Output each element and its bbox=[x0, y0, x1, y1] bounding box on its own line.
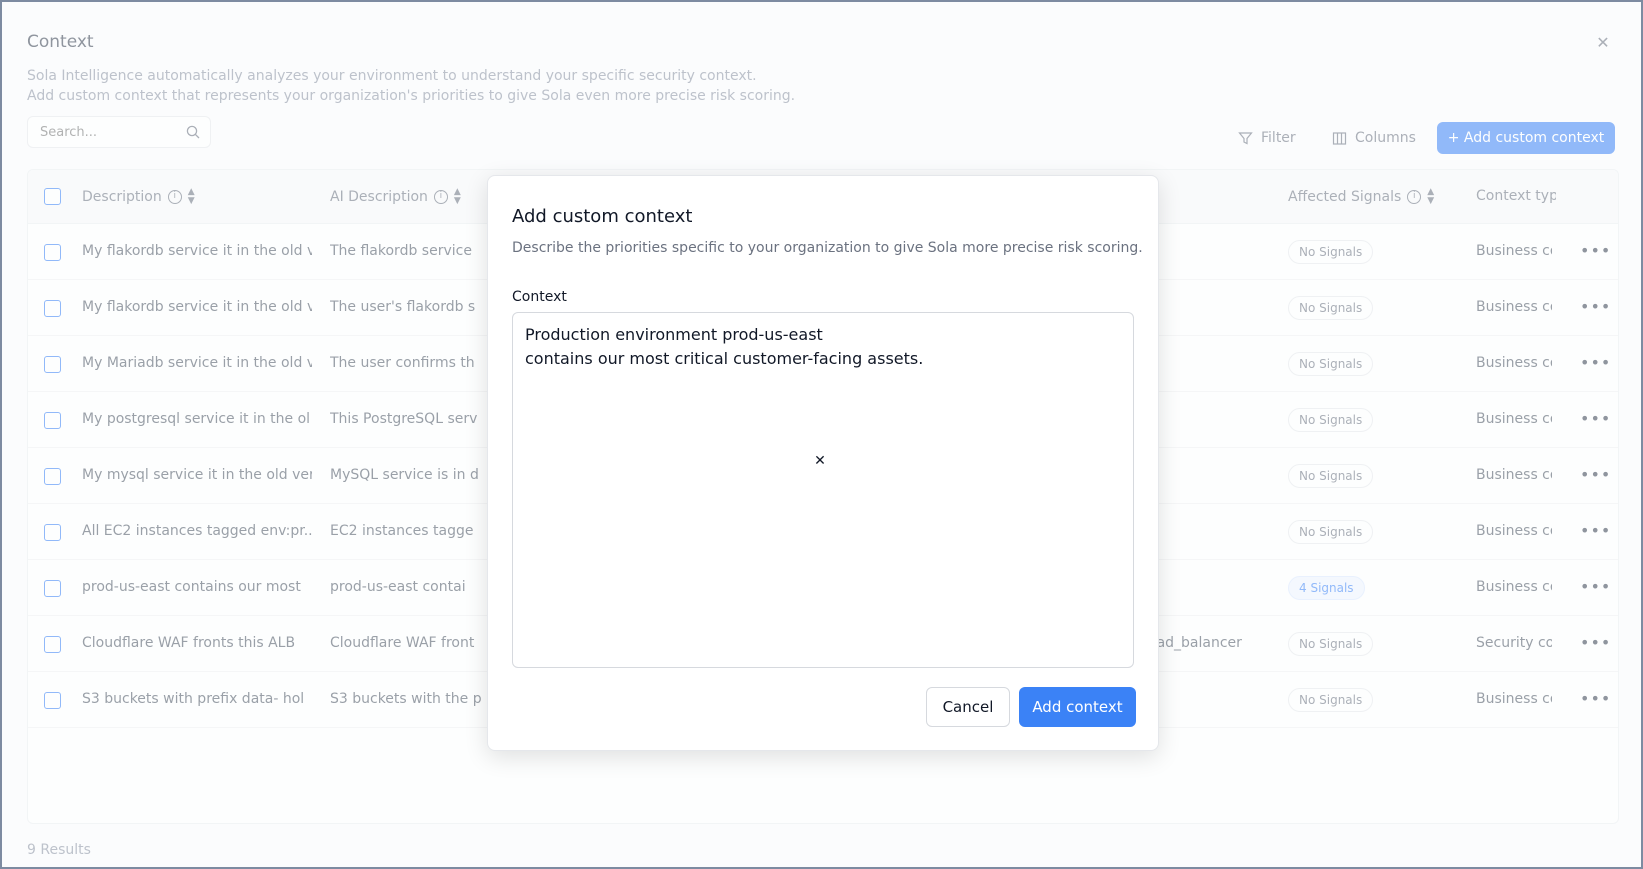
context-field-label: Context bbox=[512, 289, 567, 305]
add-custom-context-button[interactable]: + Add custom context bbox=[1437, 122, 1615, 154]
more-icon[interactable]: ••• bbox=[1580, 241, 1610, 260]
info-icon: i bbox=[167, 190, 182, 204]
page-frame: Context ✕ Sola Intelligence automaticall… bbox=[0, 0, 1643, 869]
cancel-button[interactable]: Cancel bbox=[926, 687, 1010, 727]
ai-description-cell: The user's flakordb s bbox=[330, 299, 476, 315]
extra-cell: oad_balancer bbox=[1148, 635, 1242, 651]
info-icon: i bbox=[1407, 190, 1422, 204]
row-checkbox[interactable] bbox=[44, 412, 61, 429]
sort-icon: ▲ ▼ bbox=[453, 187, 461, 206]
page-description: Sola Intelligence automatically analyzes… bbox=[27, 66, 795, 106]
signals-badge: No Signals bbox=[1288, 408, 1374, 432]
columns-label: Columns bbox=[1355, 130, 1416, 146]
sort-icon: ▲ ▼ bbox=[1427, 187, 1435, 206]
header-context-type[interactable]: Context typ bbox=[1476, 188, 1556, 204]
more-icon[interactable]: ••• bbox=[1580, 297, 1610, 316]
description-cell: My Mariadb service it in the old v bbox=[82, 355, 312, 371]
header-description[interactable]: Description i ▲ ▼ bbox=[82, 188, 195, 206]
context-textarea[interactable]: Production environment prod-us-east cont… bbox=[512, 312, 1134, 668]
more-icon[interactable]: ••• bbox=[1580, 689, 1610, 708]
more-icon[interactable]: ••• bbox=[1580, 409, 1610, 428]
context-type-cell: Business co bbox=[1476, 243, 1552, 259]
row-checkbox[interactable] bbox=[44, 468, 61, 485]
filter-icon bbox=[1238, 131, 1253, 144]
row-checkbox[interactable] bbox=[44, 580, 61, 597]
description-cell: S3 buckets with prefix data- hol bbox=[82, 691, 305, 707]
header-affected-signals[interactable]: Affected Signals i ▲ ▼ bbox=[1288, 188, 1434, 206]
ai-description-cell: The flakordb service bbox=[330, 243, 472, 259]
filter-label: Filter bbox=[1261, 130, 1296, 146]
row-checkbox[interactable] bbox=[44, 524, 61, 541]
description-cell: My flakordb service it in the old v bbox=[82, 243, 312, 259]
context-type-cell: Business co bbox=[1476, 467, 1552, 483]
signals-badge: No Signals bbox=[1288, 240, 1374, 264]
info-icon: i bbox=[433, 190, 448, 204]
context-type-cell: Business co bbox=[1476, 411, 1552, 427]
add-custom-context-modal: Add custom context Describe the prioriti… bbox=[487, 175, 1159, 751]
search-icon bbox=[186, 125, 200, 139]
filter-button[interactable]: Filter bbox=[1238, 122, 1296, 154]
modal-subtitle: Describe the priorities specific to your… bbox=[512, 240, 1143, 256]
signals-badge: No Signals bbox=[1288, 352, 1374, 376]
signals-badge[interactable]: 4 Signals bbox=[1288, 576, 1365, 600]
results-count: 9 Results bbox=[27, 842, 91, 858]
description-cell: My mysql service it in the old ver bbox=[82, 467, 312, 483]
search-input[interactable] bbox=[28, 117, 168, 147]
more-icon[interactable]: ••• bbox=[1580, 465, 1610, 484]
description-cell: My flakordb service it in the old v bbox=[82, 299, 312, 315]
row-checkbox[interactable] bbox=[44, 300, 61, 317]
select-all-checkbox[interactable] bbox=[44, 188, 61, 205]
context-type-cell: Business co bbox=[1476, 523, 1552, 539]
context-type-cell: Business co bbox=[1476, 691, 1552, 707]
signals-badge: No Signals bbox=[1288, 464, 1374, 488]
header-ai-description[interactable]: AI Description i ▲ ▼ bbox=[330, 188, 461, 206]
ai-description-cell: EC2 instances tagge bbox=[330, 523, 474, 539]
row-checkbox[interactable] bbox=[44, 692, 61, 709]
more-icon[interactable]: ••• bbox=[1580, 633, 1610, 652]
description-line-1: Sola Intelligence automatically analyzes… bbox=[27, 68, 757, 84]
signals-badge: No Signals bbox=[1288, 296, 1374, 320]
ai-description-cell: This PostgreSQL serv bbox=[330, 411, 478, 427]
search-box bbox=[27, 116, 211, 148]
modal-title: Add custom context bbox=[512, 206, 693, 227]
ai-description-cell: The user confirms th bbox=[330, 355, 475, 371]
more-icon[interactable]: ••• bbox=[1580, 353, 1610, 372]
context-type-cell: Security co bbox=[1476, 635, 1552, 651]
ai-description-cell: prod-us-east contai bbox=[330, 579, 466, 595]
context-type-cell: Business co bbox=[1476, 579, 1552, 595]
ai-description-cell: S3 buckets with the p bbox=[330, 691, 482, 707]
more-icon[interactable]: ••• bbox=[1580, 577, 1610, 596]
add-context-button[interactable]: Add context bbox=[1019, 687, 1136, 727]
page-title: Context bbox=[27, 32, 94, 52]
close-icon[interactable]: ✕ bbox=[1595, 35, 1611, 51]
signals-badge: No Signals bbox=[1288, 688, 1374, 712]
columns-icon bbox=[1332, 131, 1347, 145]
ai-description-cell: Cloudflare WAF front bbox=[330, 635, 475, 651]
sort-icon: ▲ ▼ bbox=[187, 187, 195, 206]
signals-badge: No Signals bbox=[1288, 632, 1374, 656]
signals-badge: No Signals bbox=[1288, 520, 1374, 544]
row-checkbox[interactable] bbox=[44, 244, 61, 261]
description-line-2: Add custom context that represents your … bbox=[27, 88, 796, 104]
ai-description-cell: MySQL service is in d bbox=[330, 467, 479, 483]
context-type-cell: Business co bbox=[1476, 355, 1552, 371]
description-cell: My postgresql service it in the ol bbox=[82, 411, 311, 427]
row-checkbox[interactable] bbox=[44, 636, 61, 653]
description-cell: All EC2 instances tagged env:pr... bbox=[82, 523, 312, 539]
context-type-cell: Business co bbox=[1476, 299, 1552, 315]
description-cell: prod-us-east contains our most bbox=[82, 579, 301, 595]
more-icon[interactable]: ••• bbox=[1580, 521, 1610, 540]
row-checkbox[interactable] bbox=[44, 356, 61, 373]
columns-button[interactable]: Columns bbox=[1332, 122, 1416, 154]
description-cell: Cloudflare WAF fronts this ALB bbox=[82, 635, 296, 651]
clear-icon[interactable]: ✕ bbox=[813, 454, 827, 468]
